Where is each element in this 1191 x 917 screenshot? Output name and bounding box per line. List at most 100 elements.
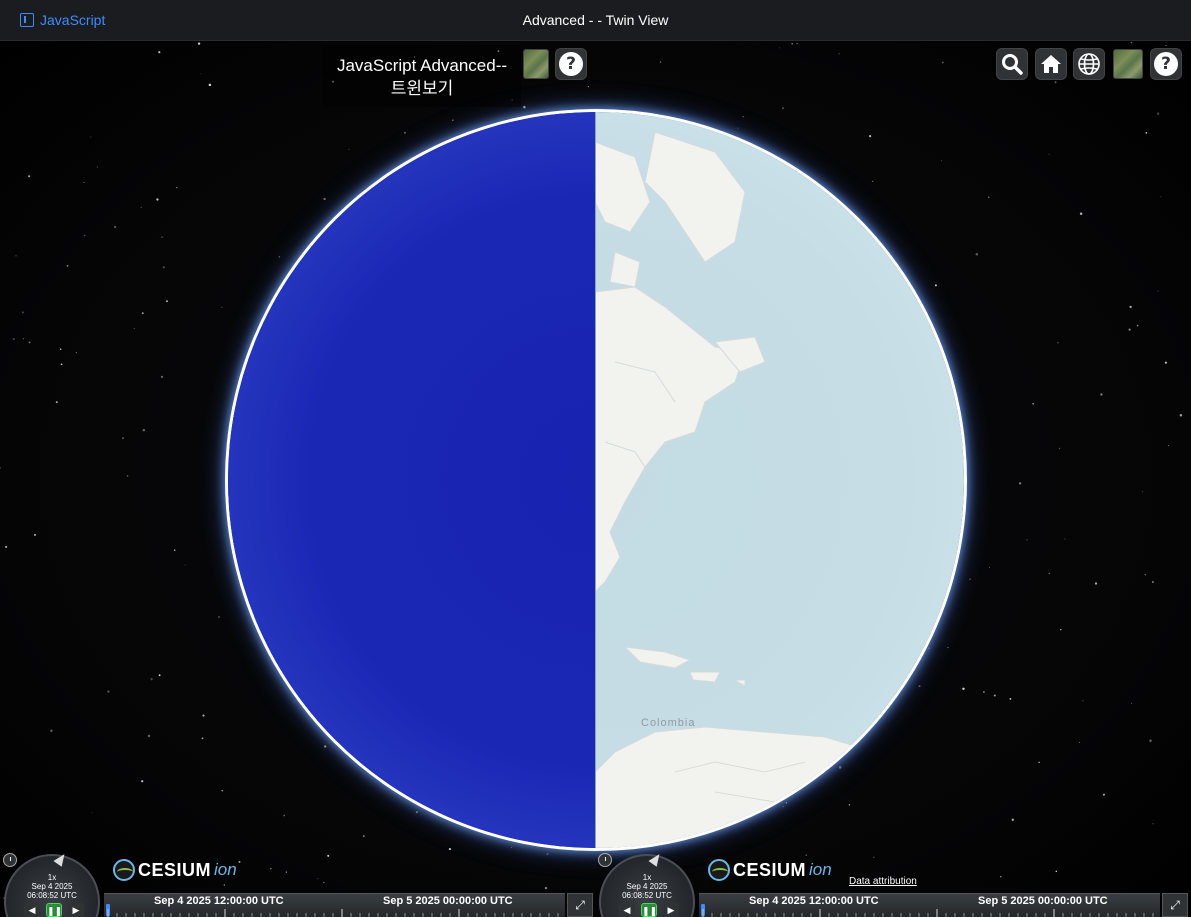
timeline-ticks (702, 909, 1154, 917)
star (778, 47, 780, 49)
star (796, 42, 798, 45)
star (805, 854, 807, 856)
timeline-left[interactable]: Sep 4 2025 12:00:00 UTC Sep 5 2025 00:00… (104, 893, 565, 917)
cesium-logo-right[interactable]: CESIUM ion (708, 859, 832, 881)
star (838, 53, 840, 55)
timeline-label: Sep 5 2025 00:00:00 UTC (978, 895, 1108, 907)
help-button[interactable]: ? (1150, 48, 1182, 80)
home-button[interactable] (1035, 48, 1067, 80)
anim-time: 06:08:52 UTC (622, 891, 672, 900)
clock-icon[interactable] (598, 853, 612, 867)
star (791, 42, 794, 45)
timeline-ticks (107, 909, 559, 917)
cesium-viewer[interactable]: Colombia JavaScript Advanced-- 트윈보기 ? ? … (0, 41, 1191, 917)
star (176, 186, 178, 189)
star (238, 860, 241, 863)
star (126, 475, 129, 477)
globe[interactable]: Colombia (228, 112, 964, 848)
star (1058, 447, 1061, 450)
star (1094, 582, 1098, 585)
fullscreen-button-left[interactable]: ⤢ (567, 893, 593, 917)
sidebar-toggle-icon (20, 13, 34, 27)
star (1054, 81, 1057, 84)
star (1000, 875, 1002, 878)
star (1038, 761, 1040, 764)
brand-link[interactable]: JavaScript (20, 12, 105, 28)
help-button-left[interactable]: ? (555, 48, 587, 80)
view-title: JavaScript Advanced-- 트윈보기 (323, 45, 521, 107)
star (221, 306, 223, 308)
star (1144, 574, 1147, 576)
star (21, 311, 24, 314)
star (1026, 539, 1028, 541)
star (28, 175, 31, 178)
star (546, 853, 549, 856)
pause-button[interactable]: ❚❚ (641, 903, 657, 917)
star (969, 578, 971, 580)
base-layer-picker-left[interactable] (523, 49, 549, 79)
star (1157, 290, 1159, 292)
star (1057, 342, 1059, 344)
star (160, 375, 164, 378)
timeline-right[interactable]: Sep 4 2025 12:00:00 UTC Sep 5 2025 00:00… (699, 893, 1160, 917)
cesium-logo-left[interactable]: CESIUM ion (113, 859, 237, 881)
star (22, 338, 24, 340)
split-slider[interactable] (595, 112, 596, 848)
anim-date: Sep 4 2025 (31, 882, 73, 891)
fullscreen-button-right[interactable]: ⤢ (1162, 893, 1188, 917)
star (158, 674, 161, 677)
play-button[interactable]: ▶ (663, 903, 679, 917)
star (141, 780, 144, 783)
pause-button[interactable]: ❚❚ (46, 903, 62, 917)
star (1152, 581, 1154, 583)
star (1152, 823, 1154, 825)
star (1142, 491, 1144, 493)
globe-left-view[interactable] (228, 112, 595, 848)
star (323, 881, 325, 884)
help-icon: ? (1154, 52, 1178, 76)
anim-controls: ◀ ❚❚ ▶ (619, 903, 679, 917)
star (975, 252, 979, 256)
star (28, 341, 31, 344)
layers-button[interactable] (1113, 49, 1143, 79)
star (221, 789, 224, 792)
data-attribution-link[interactable]: Data attribution (849, 876, 917, 887)
star (15, 255, 17, 257)
star (0, 466, 2, 469)
star (873, 856, 875, 858)
star (1079, 212, 1083, 216)
clock-icon[interactable] (3, 853, 17, 867)
star (1102, 793, 1105, 796)
anim-speed: 1x (47, 873, 57, 882)
cesium-logo-suffix: ion (809, 860, 832, 879)
cesium-logo-icon (113, 859, 135, 881)
star (1131, 702, 1133, 704)
star (202, 714, 205, 717)
star (162, 266, 165, 269)
cesium-logo-icon (708, 859, 730, 881)
reverse-button[interactable]: ◀ (24, 903, 40, 917)
app-header: JavaScript Advanced - - Twin View (0, 0, 1191, 41)
star (55, 401, 58, 404)
star (993, 694, 996, 697)
view-title-line2: 트윈보기 (390, 79, 454, 98)
star (1082, 700, 1084, 702)
play-button[interactable]: ▶ (68, 903, 84, 917)
star (1060, 628, 1062, 631)
search-button[interactable] (996, 48, 1028, 80)
star (84, 234, 86, 236)
star (75, 351, 77, 354)
star (941, 61, 944, 64)
star (121, 437, 125, 440)
home-icon (1041, 55, 1061, 73)
reverse-button[interactable]: ◀ (619, 903, 635, 917)
star (59, 348, 62, 350)
star (1009, 697, 1012, 700)
star (989, 566, 990, 568)
globe-right-view[interactable]: Colombia (595, 112, 964, 848)
star (142, 428, 146, 432)
help-icon: ? (559, 52, 583, 76)
scene-mode-button[interactable] (1073, 48, 1105, 80)
star (33, 533, 37, 536)
star (1168, 445, 1169, 447)
